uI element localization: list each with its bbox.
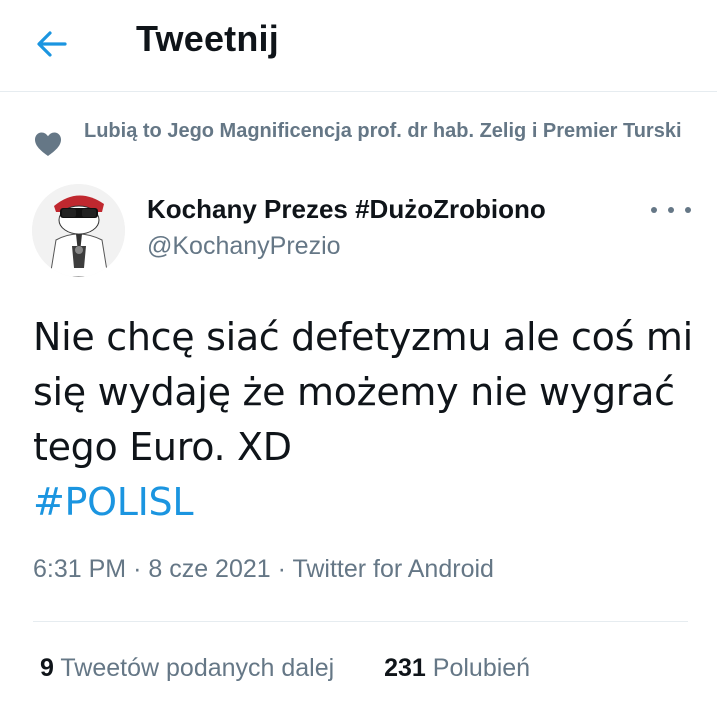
top-bar: Tweetnij bbox=[0, 0, 717, 92]
liked-by-text[interactable]: Lubią to Jego Magnificencja prof. dr hab… bbox=[84, 116, 684, 146]
retweets-label: Tweetów podanych dalej bbox=[60, 654, 335, 682]
more-dots-icon bbox=[651, 207, 657, 213]
heart-icon bbox=[35, 132, 61, 156]
arrow-left-icon bbox=[37, 31, 67, 57]
tweet-source[interactable]: Twitter for Android bbox=[292, 555, 493, 583]
avatar[interactable] bbox=[32, 184, 125, 277]
author-name[interactable]: Kochany Prezes #DużoZrobiono bbox=[147, 194, 546, 225]
avatar-image bbox=[32, 184, 125, 277]
tweet-meta: 6:31 PM · 8 cze 2021 · Twitter for Andro… bbox=[33, 555, 494, 584]
retweets-count: 9 bbox=[40, 654, 54, 682]
tweet-time: 6:31 PM bbox=[33, 555, 127, 583]
likes-count: 231 bbox=[384, 654, 426, 682]
author-handle[interactable]: @KochanyPrezio bbox=[147, 232, 341, 261]
likes-stat[interactable]: 231 Polubień bbox=[384, 654, 530, 682]
likes-label: Polubień bbox=[432, 654, 531, 682]
tweet-text: Nie chcę siać defetyzmu ale coś mi się w… bbox=[33, 315, 693, 469]
tweet-stats: 9 Tweetów podanych dalej 231 Polubień bbox=[40, 654, 530, 683]
tweet-body: Nie chcę siać defetyzmu ale coś mi się w… bbox=[33, 310, 693, 530]
hashtag-link[interactable]: #POLISL bbox=[33, 475, 693, 530]
divider bbox=[33, 621, 688, 622]
more-dots-icon bbox=[685, 207, 691, 213]
back-button[interactable] bbox=[30, 22, 74, 66]
meta-separator: · bbox=[277, 555, 286, 583]
more-options-button[interactable] bbox=[651, 198, 691, 222]
meta-separator: · bbox=[133, 555, 142, 583]
page-title: Tweetnij bbox=[136, 18, 279, 59]
tweet-date[interactable]: 8 cze 2021 bbox=[148, 555, 270, 583]
more-dots-icon bbox=[668, 207, 674, 213]
retweets-stat[interactable]: 9 Tweetów podanych dalej bbox=[40, 654, 341, 682]
